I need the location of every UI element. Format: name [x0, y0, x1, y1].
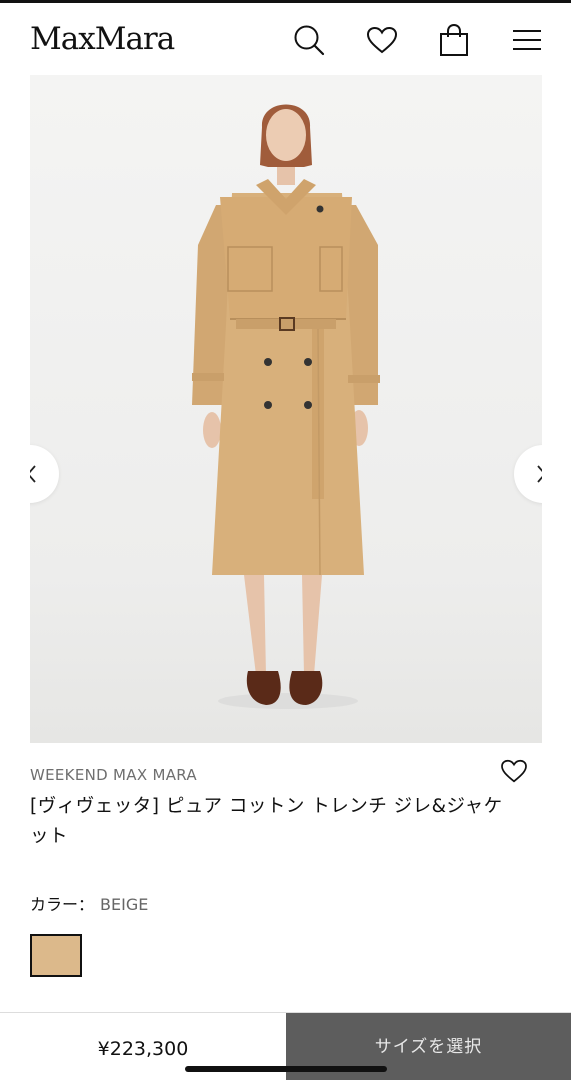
product-photo: [192, 104, 380, 709]
heart-icon: [366, 26, 398, 54]
shopping-bag-icon: [440, 23, 468, 56]
product-title: [ヴィヴェッタ] ピュア コットン トレンチ ジレ&ジャケット: [30, 796, 503, 847]
chevron-right-icon: [537, 465, 542, 483]
wishlist-button[interactable]: [365, 23, 399, 57]
menu-button[interactable]: [510, 23, 544, 57]
color-swatch-beige[interactable]: [30, 934, 82, 977]
menu-icon: [513, 30, 541, 50]
color-info: カラー： BEIGE: [30, 891, 148, 915]
color-value: BEIGE: [100, 895, 149, 914]
site-header: MaxMara: [0, 3, 571, 75]
search-button[interactable]: [292, 23, 326, 57]
chevron-left-icon: [30, 465, 36, 483]
product-image-gallery[interactable]: [30, 75, 542, 743]
heart-icon: [501, 759, 527, 783]
add-to-wishlist-button[interactable]: [500, 759, 528, 785]
color-label: カラー：: [30, 895, 95, 914]
brand-logo[interactable]: MaxMara: [30, 21, 175, 57]
product-brand[interactable]: WEEKEND MAX MARA: [30, 766, 197, 784]
home-indicator[interactable]: [185, 1066, 387, 1072]
cart-button[interactable]: [437, 23, 471, 57]
search-icon: [294, 25, 325, 56]
